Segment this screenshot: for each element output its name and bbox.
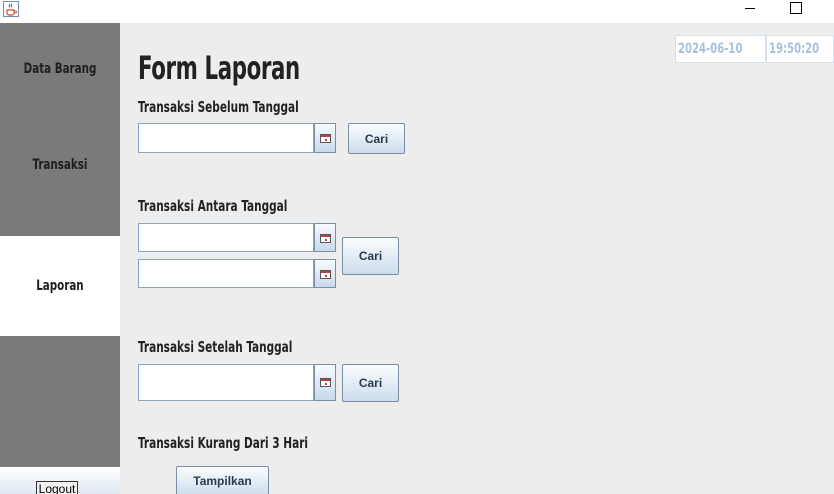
between-end-date-field[interactable]: [138, 259, 314, 288]
calendar-icon: [320, 234, 331, 243]
after-date-field[interactable]: [138, 364, 314, 401]
java-cup-icon[interactable]: [3, 1, 19, 17]
before-date-field[interactable]: [138, 123, 314, 153]
title-bar: [0, 0, 834, 23]
between-start-date-field[interactable]: [138, 223, 314, 252]
before-date-label: Transaksi Sebelum Tanggal: [138, 98, 299, 116]
before-calendar-button[interactable]: [314, 123, 336, 153]
sidebar-item-label: Data Barang: [23, 61, 97, 77]
show-button[interactable]: Tampilkan: [176, 466, 269, 494]
recent-transactions-label: Transaksi Kurang Dari 3 Hari: [138, 434, 309, 452]
page-title: Form Laporan: [138, 49, 300, 87]
logout-button[interactable]: Logout: [36, 481, 78, 494]
minimize-icon[interactable]: [734, 0, 764, 18]
after-date-label: Transaksi Setelah Tanggal: [138, 338, 293, 356]
after-search-button[interactable]: Cari: [342, 364, 399, 402]
between-start-calendar-button[interactable]: [314, 223, 336, 252]
sidebar-item-label: Transaksi: [32, 157, 88, 173]
maximize-icon[interactable]: [780, 0, 810, 18]
calendar-icon: [320, 378, 331, 387]
sidebar: Data Barang Transaksi Laporan Logout: [0, 23, 120, 494]
time-display: 19:50:20: [766, 35, 834, 63]
before-search-button[interactable]: Cari: [348, 123, 405, 154]
calendar-icon: [320, 270, 331, 279]
sidebar-item-laporan[interactable]: Laporan: [0, 236, 120, 336]
sidebar-item-label: Laporan: [36, 278, 84, 294]
logout-area: Logout: [0, 467, 120, 494]
between-search-button[interactable]: Cari: [342, 237, 399, 275]
after-calendar-button[interactable]: [314, 364, 336, 401]
between-end-calendar-button[interactable]: [314, 259, 336, 288]
between-date-label: Transaksi Antara Tanggal: [138, 197, 288, 215]
calendar-icon: [320, 134, 331, 143]
sidebar-item-transaksi[interactable]: Transaksi: [11, 115, 109, 215]
date-display: 2024-06-10: [675, 35, 766, 63]
sidebar-item-data-barang[interactable]: Data Barang: [11, 23, 109, 115]
